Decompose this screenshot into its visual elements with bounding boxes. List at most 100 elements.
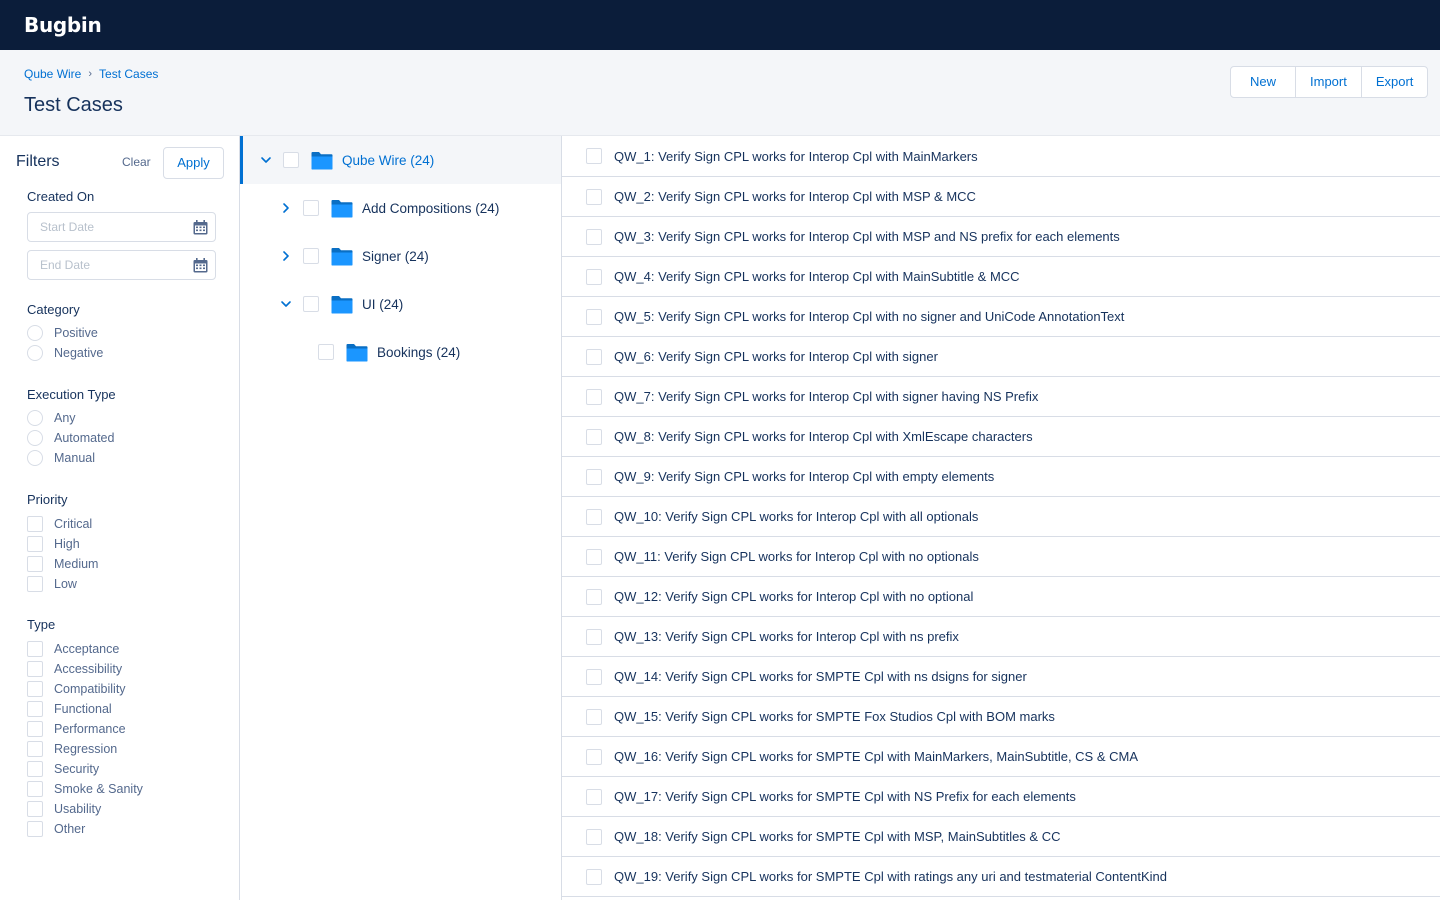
start-date-input[interactable] [28, 213, 178, 241]
tree-node-checkbox[interactable] [318, 344, 334, 360]
execution-type-option[interactable]: Manual [27, 448, 114, 468]
test-case-row[interactable]: QW_14: Verify Sign CPL works for SMPTE C… [562, 657, 1440, 697]
test-case-row[interactable]: QW_15: Verify Sign CPL works for SMPTE F… [562, 697, 1440, 737]
test-case-title[interactable]: QW_12: Verify Sign CPL works for Interop… [614, 589, 973, 604]
test-case-title[interactable]: QW_7: Verify Sign CPL works for Interop … [614, 389, 1038, 404]
row-checkbox[interactable] [586, 308, 602, 325]
category-option[interactable]: Positive [27, 323, 103, 343]
breadcrumb-item-project[interactable]: Qube Wire [24, 67, 81, 81]
type-option[interactable]: Accessibility [27, 659, 143, 679]
test-case-title[interactable]: QW_2: Verify Sign CPL works for Interop … [614, 189, 976, 204]
test-case-row[interactable]: QW_13: Verify Sign CPL works for Interop… [562, 617, 1440, 657]
row-checkbox[interactable] [586, 788, 602, 805]
test-case-title[interactable]: QW_13: Verify Sign CPL works for Interop… [614, 629, 959, 644]
test-case-row[interactable]: QW_11: Verify Sign CPL works for Interop… [562, 537, 1440, 577]
row-checkbox[interactable] [586, 428, 602, 445]
type-option[interactable]: Performance [27, 719, 143, 739]
checkbox[interactable] [27, 661, 43, 677]
tree-node[interactable]: Signer (24) [240, 232, 562, 280]
test-case-row[interactable]: QW_2: Verify Sign CPL works for Interop … [562, 177, 1440, 217]
calendar-icon[interactable] [193, 220, 208, 235]
test-case-row[interactable]: QW_3: Verify Sign CPL works for Interop … [562, 217, 1440, 257]
row-checkbox[interactable] [586, 548, 602, 565]
test-case-row[interactable]: QW_17: Verify Sign CPL works for SMPTE C… [562, 777, 1440, 817]
row-checkbox[interactable] [586, 228, 602, 245]
test-case-row[interactable]: QW_16: Verify Sign CPL works for SMPTE C… [562, 737, 1440, 777]
test-case-title[interactable]: QW_8: Verify Sign CPL works for Interop … [614, 429, 1033, 444]
row-checkbox[interactable] [586, 628, 602, 645]
checkbox[interactable] [27, 556, 43, 572]
import-button[interactable]: Import [1295, 67, 1361, 97]
test-case-row[interactable]: QW_9: Verify Sign CPL works for Interop … [562, 457, 1440, 497]
row-checkbox[interactable] [586, 708, 602, 725]
test-case-title[interactable]: QW_16: Verify Sign CPL works for SMPTE C… [614, 749, 1138, 764]
test-case-title[interactable]: QW_5: Verify Sign CPL works for Interop … [614, 309, 1124, 324]
category-option[interactable]: Negative [27, 343, 103, 363]
radio-button[interactable] [27, 450, 43, 466]
row-checkbox[interactable] [586, 508, 602, 525]
test-case-row[interactable]: QW_1: Verify Sign CPL works for Interop … [562, 136, 1440, 177]
export-button[interactable]: Export [1360, 67, 1428, 97]
type-option[interactable]: Acceptance [27, 639, 143, 659]
test-case-row[interactable]: QW_7: Verify Sign CPL works for Interop … [562, 377, 1440, 417]
apply-filters-button[interactable]: Apply [163, 147, 224, 179]
row-checkbox[interactable] [586, 188, 602, 205]
chevron-down-icon[interactable] [260, 154, 272, 166]
tree-node[interactable]: UI (24) [240, 280, 562, 328]
end-date-input[interactable] [28, 251, 178, 279]
checkbox[interactable] [27, 701, 43, 717]
test-case-title[interactable]: QW_10: Verify Sign CPL works for Interop… [614, 509, 978, 524]
test-case-row[interactable]: QW_12: Verify Sign CPL works for Interop… [562, 577, 1440, 617]
test-case-title[interactable]: QW_1: Verify Sign CPL works for Interop … [614, 149, 978, 164]
test-case-title[interactable]: QW_3: Verify Sign CPL works for Interop … [614, 229, 1120, 244]
row-checkbox[interactable] [586, 348, 602, 365]
tree-node-checkbox[interactable] [303, 296, 319, 312]
test-case-title[interactable]: QW_6: Verify Sign CPL works for Interop … [614, 349, 938, 364]
radio-button[interactable] [27, 430, 43, 446]
checkbox[interactable] [27, 741, 43, 757]
tree-node[interactable]: Add Compositions (24) [240, 184, 562, 232]
execution-type-option[interactable]: Automated [27, 428, 114, 448]
start-date-field[interactable] [27, 212, 216, 242]
row-checkbox[interactable] [586, 468, 602, 485]
row-checkbox[interactable] [586, 588, 602, 605]
type-option[interactable]: Functional [27, 699, 143, 719]
checkbox[interactable] [27, 821, 43, 837]
checkbox[interactable] [27, 681, 43, 697]
type-option[interactable]: Regression [27, 739, 143, 759]
test-case-row[interactable]: QW_5: Verify Sign CPL works for Interop … [562, 297, 1440, 337]
test-case-row[interactable]: QW_4: Verify Sign CPL works for Interop … [562, 257, 1440, 297]
radio-button[interactable] [27, 410, 43, 426]
new-button[interactable]: New [1231, 67, 1295, 97]
row-checkbox[interactable] [586, 148, 602, 164]
execution-type-option[interactable]: Any [27, 408, 114, 428]
checkbox[interactable] [27, 576, 43, 592]
clear-filters-button[interactable]: Clear [122, 155, 151, 169]
checkbox[interactable] [27, 761, 43, 777]
tree-node[interactable]: Bookings (24) [240, 328, 562, 376]
type-option[interactable]: Smoke & Sanity [27, 779, 143, 799]
row-checkbox[interactable] [586, 668, 602, 685]
chevron-down-icon[interactable] [280, 298, 292, 310]
tree-node-checkbox[interactable] [303, 200, 319, 216]
row-checkbox[interactable] [586, 828, 602, 845]
test-case-title[interactable]: QW_14: Verify Sign CPL works for SMPTE C… [614, 669, 1027, 684]
checkbox[interactable] [27, 781, 43, 797]
radio-button[interactable] [27, 345, 43, 361]
row-checkbox[interactable] [586, 268, 602, 285]
priority-option[interactable]: High [27, 534, 98, 554]
test-case-title[interactable]: QW_15: Verify Sign CPL works for SMPTE F… [614, 709, 1055, 724]
row-checkbox[interactable] [586, 748, 602, 765]
row-checkbox[interactable] [586, 868, 602, 885]
tree-node-checkbox[interactable] [283, 152, 299, 168]
test-case-row[interactable]: QW_6: Verify Sign CPL works for Interop … [562, 337, 1440, 377]
row-checkbox[interactable] [586, 388, 602, 405]
type-option[interactable]: Compatibility [27, 679, 143, 699]
tree-node[interactable]: Qube Wire (24) [240, 136, 562, 184]
priority-option[interactable]: Low [27, 574, 98, 594]
checkbox[interactable] [27, 516, 43, 532]
test-case-row[interactable]: QW_8: Verify Sign CPL works for Interop … [562, 417, 1440, 457]
test-case-title[interactable]: QW_9: Verify Sign CPL works for Interop … [614, 469, 994, 484]
test-case-row[interactable]: QW_18: Verify Sign CPL works for SMPTE C… [562, 817, 1440, 857]
chevron-right-icon[interactable] [280, 202, 292, 214]
